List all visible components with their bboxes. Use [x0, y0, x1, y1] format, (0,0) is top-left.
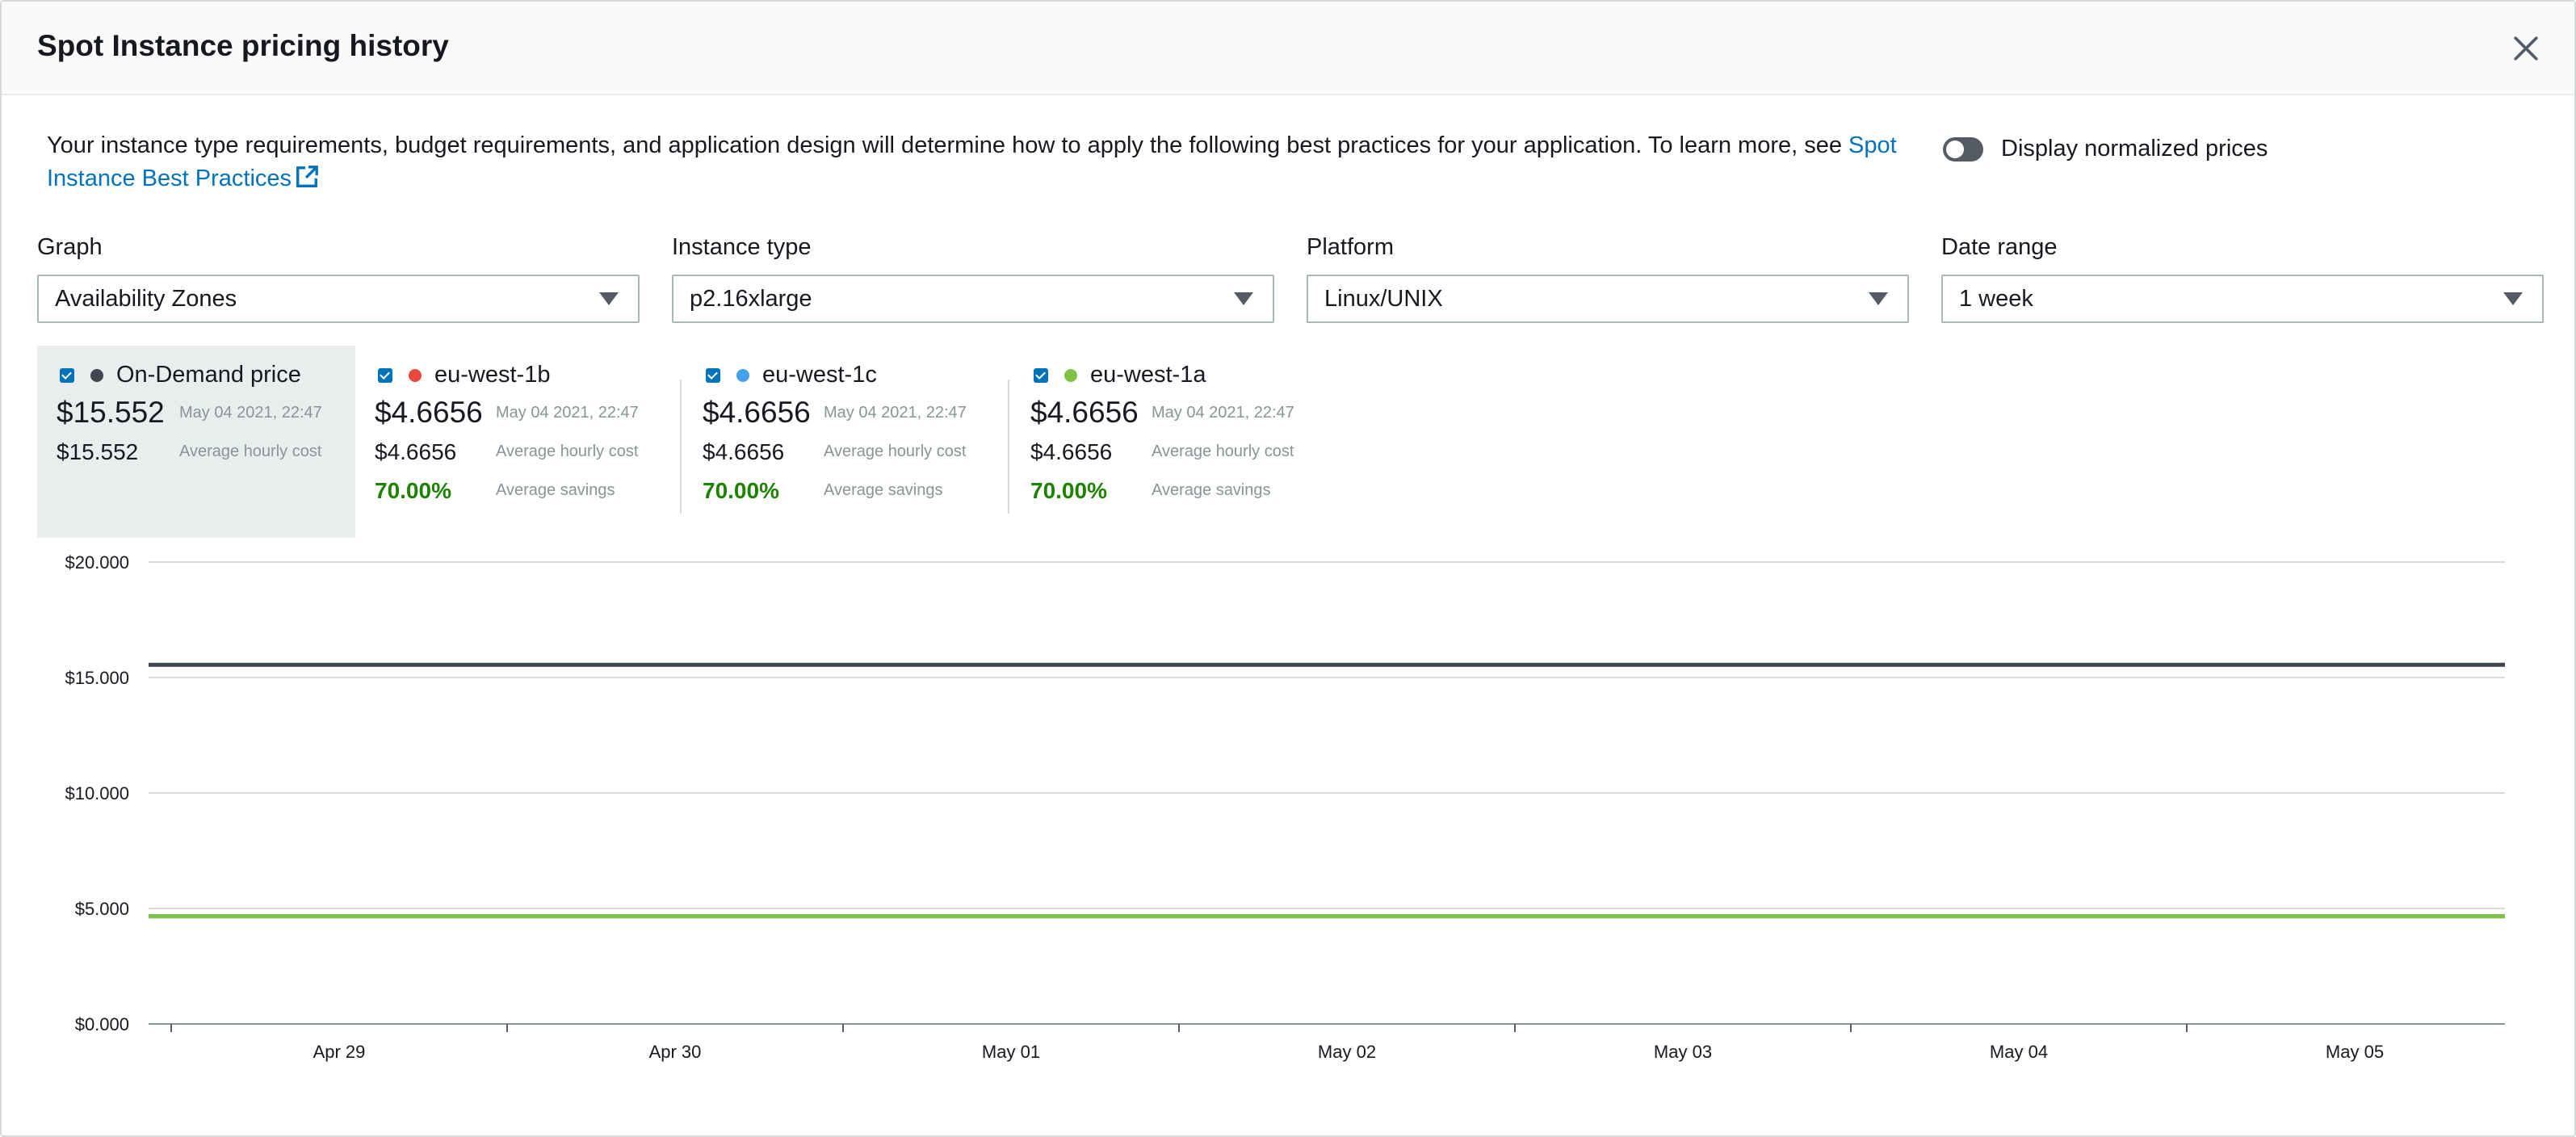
instance-type-value: p2.16xlarge [690, 285, 812, 312]
date-range-select[interactable]: 1 week [1941, 275, 2544, 323]
legend-header: On-Demand price [60, 362, 301, 388]
caret-down-icon [1869, 292, 1888, 305]
y-tick-label: $20.000 [65, 552, 129, 573]
series-price: $4.6656 [703, 396, 811, 429]
series-name: eu-west-1a [1090, 362, 1206, 388]
x-tick-label: May 02 [1318, 1042, 1376, 1062]
series-price: $4.6656 [375, 396, 483, 429]
normalized-prices-toggle[interactable]: Display normalized prices [1943, 136, 2268, 162]
platform-select[interactable]: Linux/UNIX [1307, 275, 1909, 323]
y-tick-label: $15.000 [65, 668, 129, 688]
legend-eu-west-1b[interactable]: eu-west-1b $4.6656 May 04 2021, 22:47 $4… [355, 346, 678, 538]
caret-down-icon [1234, 292, 1253, 305]
legend-divider [680, 380, 682, 514]
avg-savings-label: Average savings [824, 481, 943, 499]
toggle-knob [1946, 140, 1964, 158]
x-tick-label: Apr 30 [649, 1042, 702, 1062]
pricing-history-modal: Spot Instance pricing history Your insta… [0, 0, 2576, 1137]
avg-cost-value: $4.6656 [703, 439, 785, 464]
avg-savings-label: Average savings [1152, 481, 1271, 499]
graph-field: Graph Availability Zones [37, 234, 640, 323]
date-range-field: Date range 1 week [1941, 234, 2544, 323]
modal-title: Spot Instance pricing history [37, 29, 449, 62]
instance-type-field: Instance type p2.16xlarge [672, 234, 1274, 323]
series-checkbox[interactable] [378, 367, 392, 383]
legend-header: eu-west-1c [706, 362, 877, 388]
close-button[interactable] [2505, 27, 2547, 69]
avg-cost-value: $4.6656 [375, 439, 457, 464]
series-name: eu-west-1c [762, 362, 877, 388]
graph-label: Graph [37, 234, 103, 260]
pricing-history-chart: $0.000 $5.000 $10.000 $15.000 $20.000 Apr 29 A… [65, 552, 2505, 1062]
avg-savings-value: 70.00% [1030, 478, 1107, 503]
platform-value: Linux/UNIX [1324, 285, 1443, 312]
x-tick-label: May 05 [2326, 1042, 2384, 1062]
avg-cost-value: $15.552 [57, 439, 139, 464]
platform-field: Platform Linux/UNIX [1307, 234, 1909, 323]
caret-down-icon [599, 292, 619, 305]
instance-type-label: Instance type [672, 234, 812, 260]
toggle-switch[interactable] [1943, 136, 1983, 162]
legend-divider [1008, 380, 1009, 514]
avg-cost-label: Average hourly cost [496, 443, 639, 460]
y-tick-label: $5.000 [75, 899, 129, 919]
date-range-value: 1 week [1959, 285, 2033, 312]
avg-savings-value: 70.00% [375, 478, 451, 503]
avg-cost-value: $4.6656 [1030, 439, 1113, 464]
series-price: $15.552 [57, 396, 165, 429]
x-tick-label: May 01 [982, 1042, 1040, 1062]
series-name: On-Demand price [116, 362, 301, 388]
intro-body: Your instance type requirements, budget … [47, 132, 1849, 158]
legend-header: eu-west-1a [1034, 362, 1206, 388]
series-dot-icon [736, 368, 749, 382]
legend-on-demand[interactable]: On-Demand price $15.552 May 04 2021, 22:… [37, 346, 355, 538]
platform-label: Platform [1307, 234, 1394, 260]
toggle-label: Display normalized prices [2001, 136, 2268, 162]
avg-savings-value: 70.00% [703, 478, 779, 503]
series-timestamp: May 04 2021, 22:47 [824, 404, 967, 422]
legend-header: eu-west-1b [378, 362, 550, 388]
legend-eu-west-1c[interactable]: eu-west-1c $4.6656 May 04 2021, 22:47 $4… [683, 346, 1006, 538]
graph-select[interactable]: Availability Zones [37, 275, 640, 323]
series-checkbox[interactable] [60, 367, 74, 383]
caret-down-icon [2503, 292, 2523, 305]
series-checkbox[interactable] [1034, 367, 1048, 383]
series-dot-icon [1064, 368, 1077, 382]
y-tick-label: $10.000 [65, 783, 129, 803]
instance-type-select[interactable]: p2.16xlarge [672, 275, 1274, 323]
date-range-label: Date range [1941, 234, 2058, 260]
close-icon [2514, 36, 2538, 61]
series-name: eu-west-1b [434, 362, 551, 388]
legend-eu-west-1a[interactable]: eu-west-1a $4.6656 May 04 2021, 22:47 $4… [1011, 346, 1334, 538]
intro-text: Your instance type requirements, budget … [47, 129, 1928, 195]
series-dot-icon [90, 368, 103, 382]
avg-cost-label: Average hourly cost [1152, 443, 1294, 460]
x-tick-label: May 04 [1990, 1042, 2048, 1062]
external-link-icon [296, 166, 318, 187]
avg-savings-label: Average savings [496, 481, 615, 499]
series-dot-icon [409, 368, 422, 382]
y-tick-label: $0.000 [75, 1014, 129, 1034]
series-price: $4.6656 [1030, 396, 1139, 429]
series-timestamp: May 04 2021, 22:47 [496, 404, 639, 422]
graph-value: Availability Zones [55, 285, 237, 312]
x-tick-label: Apr 29 [313, 1042, 366, 1062]
series-timestamp: May 04 2021, 22:47 [1152, 404, 1294, 422]
series-timestamp: May 04 2021, 22:47 [179, 404, 322, 422]
avg-cost-label: Average hourly cost [824, 443, 967, 460]
series-checkbox[interactable] [706, 367, 720, 383]
modal-header: Spot Instance pricing history [2, 2, 2574, 95]
avg-cost-label: Average hourly cost [179, 443, 322, 460]
x-tick-label: May 03 [1654, 1042, 1712, 1062]
